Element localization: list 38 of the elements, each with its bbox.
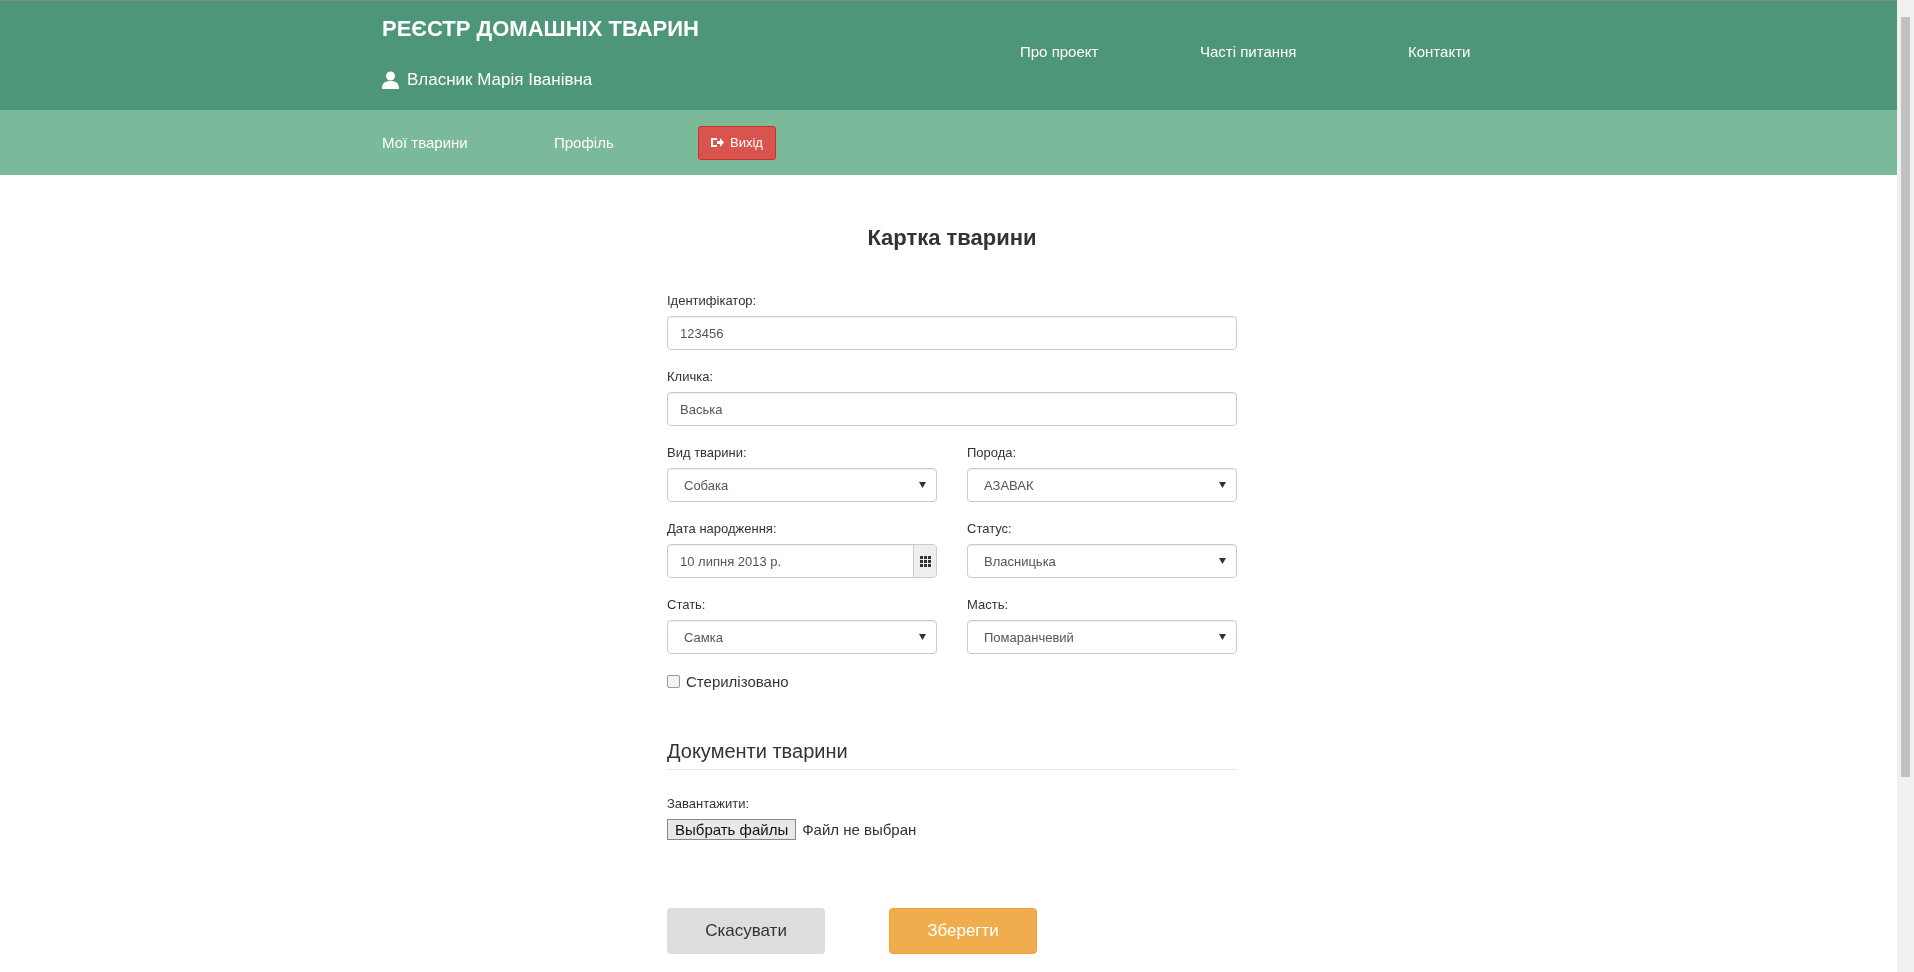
caret-icon (919, 634, 926, 640)
field-label: Ідентифікатор: (667, 293, 758, 308)
field-label: Стать: (667, 597, 707, 612)
cancel-button[interactable]: Скасувати (667, 908, 825, 954)
page-title: Картка тварини (866, 225, 1038, 251)
logout-icon (711, 137, 724, 148)
file-status: Файл не выбран (802, 821, 917, 838)
select-field[interactable]: Власницька (967, 544, 1237, 578)
nav-link[interactable]: Про проект (1020, 42, 1200, 60)
field-label: Кличка: (667, 369, 714, 384)
select-field[interactable]: АЗАВАК (967, 468, 1237, 502)
field-label: Статус: (967, 521, 1013, 536)
field-label: Масть: (967, 597, 1010, 612)
date-field[interactable]: 10 липня 2013 р. (667, 544, 937, 578)
choose-files-button[interactable]: Выбрать файлы (667, 819, 797, 840)
field-label: Дата народження: (667, 521, 778, 536)
caret-icon (1219, 634, 1226, 640)
select-field[interactable]: Помаранчевий (967, 620, 1237, 654)
calendar-icon (919, 555, 931, 567)
field-label: Порода: (967, 445, 1018, 460)
text-field[interactable]: Васька (667, 392, 1237, 426)
checkbox[interactable] (667, 675, 680, 688)
field-label: Завантажити: (667, 796, 751, 811)
select-field[interactable]: Самка (667, 620, 937, 654)
text-field[interactable]: 123456 (667, 316, 1237, 350)
field-label: Вид тварини: (667, 445, 748, 460)
site-title: РЕЄСТР ДОМАШНІХ ТВАРИН (382, 16, 700, 42)
user-name: Власник Марія Іванівна (407, 70, 593, 90)
nav-link[interactable]: Часті питання (1200, 42, 1408, 60)
checkbox-label: Стерилізовано (686, 673, 789, 690)
user-icon (382, 71, 399, 89)
logout-button[interactable]: Вихід (698, 125, 776, 160)
caret-icon (919, 482, 926, 488)
caret-icon (1219, 482, 1226, 488)
nav-link[interactable]: Контакти (1408, 42, 1471, 60)
caret-icon (1219, 558, 1226, 564)
select-field[interactable]: Собака (667, 468, 937, 502)
section-heading: Документи тварини (667, 740, 1237, 770)
